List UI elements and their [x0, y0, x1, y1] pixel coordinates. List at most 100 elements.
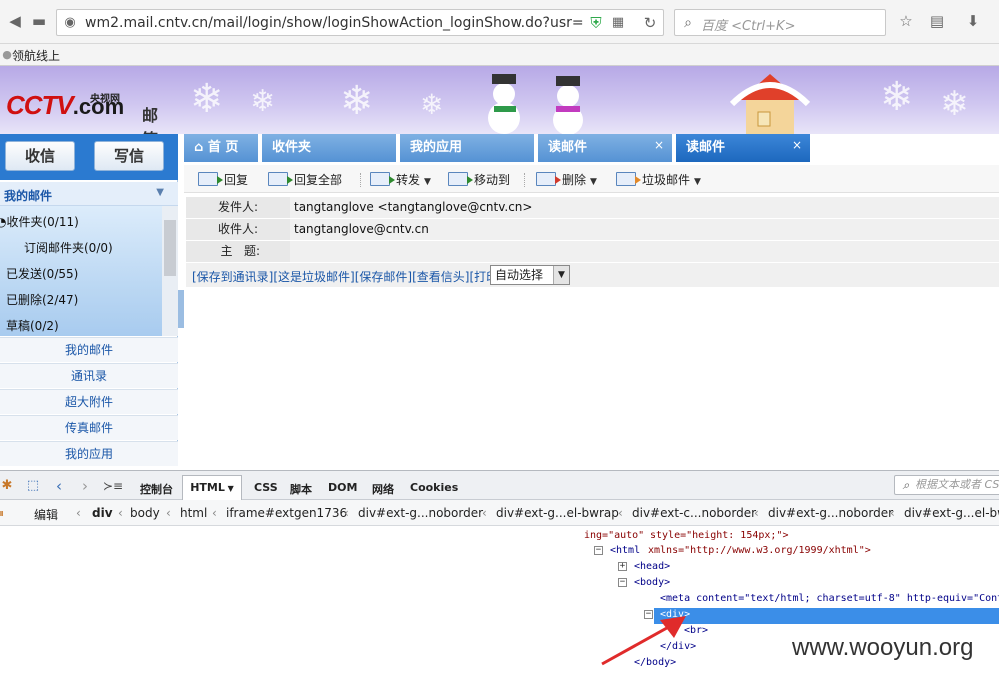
tab-read-mail[interactable]: 读邮件 × [538, 134, 674, 162]
reply-button[interactable]: 回复 [198, 171, 248, 188]
code-tag[interactable]: <head> [634, 561, 670, 572]
command-line-icon[interactable]: ≻≡ [102, 475, 124, 497]
tab-cookies[interactable]: Cookies [410, 481, 458, 494]
chevron-down-icon[interactable]: ▼ [553, 266, 569, 284]
breadcrumb-item[interactable]: html [180, 506, 207, 520]
breadcrumb-item[interactable]: div#ext-c...noborder [632, 506, 756, 520]
pause-icon[interactable]: ⏸ [0, 506, 4, 521]
tab-read-mail-active[interactable]: 读邮件 × [676, 134, 812, 162]
receive-button[interactable]: 收信 [5, 141, 75, 171]
folder-item-subscription[interactable]: 订阅邮件夹(0/0) [24, 239, 113, 256]
breadcrumb-item[interactable]: div#ext-g...el-bw [904, 506, 999, 520]
breadcrumb-item[interactable]: div#ext-g...noborder [768, 506, 893, 520]
snow-tree-icon: ❄ [190, 76, 224, 122]
to-label: 收件人: [186, 219, 290, 240]
snow-tree-icon: ❄ [340, 78, 374, 124]
scrollbar-thumb[interactable] [164, 220, 176, 276]
sidebar-item-fax-mail[interactable]: 传真邮件 [0, 415, 178, 440]
compose-area: 收信 写信 [0, 134, 178, 180]
folder-icon[interactable]: ▬ [28, 10, 50, 32]
bookmark-item[interactable]: 领航线上 [12, 47, 60, 64]
left-sidebar: 收信 写信 我的邮件 ▼ ◔收件夹(0/11) 订阅邮件夹(0/0) 已发送(0… [0, 134, 178, 466]
spam-button[interactable]: 垃圾邮件 ▼ [616, 171, 701, 188]
tab-css[interactable]: CSS [254, 481, 278, 494]
delete-button[interactable]: 删除 ▼ [536, 171, 597, 188]
close-icon[interactable]: × [654, 131, 664, 159]
forward-button[interactable]: 转发 ▼ [370, 171, 431, 188]
sidebar-item-my-apps[interactable]: 我的应用 [0, 441, 178, 466]
cctv-logo[interactable]: CCTV.com 央视网 邮箱 [6, 90, 158, 134]
separator-icon: ‹ [118, 506, 123, 520]
code-attr: ing="auto" [584, 530, 645, 541]
tab-net[interactable]: 网络 [372, 481, 394, 497]
chevron-down-icon: ▼ [424, 177, 431, 187]
edit-button[interactable]: 编辑 [34, 506, 58, 523]
folder-scrollbar[interactable] [162, 206, 178, 336]
tab-html[interactable]: HTML ▼ [182, 475, 242, 501]
qr-code-icon[interactable]: ▦ [607, 12, 629, 34]
from-row: 发件人: tangtanglove <tangtanglove@cntv.cn> [186, 197, 999, 219]
folder-item-inbox[interactable]: ◔收件夹(0/11) [0, 213, 79, 230]
code-attr: style="height: 154px;"> [650, 530, 789, 541]
address-bar[interactable]: ◉ wm2.mail.cntv.cn/mail/login/show/login… [56, 9, 664, 36]
tab-home[interactable]: ⌂ 首 页 [184, 134, 260, 162]
star-icon[interactable]: ☆ [895, 10, 917, 32]
mail-header-banner: ❄ ❄ ❄ ❄ ❄ ❄ CCTV.com 央视网 邮箱 [0, 66, 999, 134]
tab-script[interactable]: 脚本 [290, 481, 312, 497]
separator-icon: ‹ [754, 506, 759, 520]
code-tag[interactable]: <body> [634, 577, 670, 588]
breadcrumb-item[interactable]: div#ext-g...noborder [358, 506, 483, 520]
reply-all-button[interactable]: 回复全部 [268, 171, 342, 188]
selected-node-highlight[interactable] [654, 608, 999, 624]
devtools-search-input[interactable]: ⌕ 根据文本或者 CSS [894, 475, 999, 495]
breadcrumb-item[interactable]: iframe#extgen1736 [226, 506, 347, 520]
tab-my-apps[interactable]: 我的应用 [400, 134, 536, 162]
action-links-text[interactable]: [保存到通讯录][这是垃圾邮件][保存邮件][查看信头][打印] [192, 268, 503, 285]
code-tag[interactable]: <meta content="text/html; charset=utf-8"… [660, 593, 999, 604]
close-icon[interactable]: × [792, 131, 802, 159]
tab-console[interactable]: 控制台 [140, 481, 173, 497]
arrow-left-icon[interactable]: ‹ [48, 475, 70, 497]
folder-item-sent[interactable]: 已发送(0/55) [6, 265, 78, 282]
collapse-icon[interactable]: − [594, 546, 603, 555]
tab-dom[interactable]: DOM [328, 481, 357, 494]
separator-icon: ‹ [166, 506, 171, 520]
snow-tree-icon: ❄ [880, 74, 914, 120]
code-attr: xmlns="http://www.w3.org/1999/xhtml"> [648, 545, 871, 556]
sidebar-item-my-mail[interactable]: 我的邮件 [0, 337, 178, 362]
search-icon: ⌕ [684, 15, 692, 31]
folder-item-drafts[interactable]: 草稿(0/2) [6, 317, 59, 334]
reload-icon[interactable]: ↻ [639, 12, 661, 34]
reading-list-icon[interactable]: ▤ [926, 10, 948, 32]
breadcrumb-item[interactable]: body [130, 506, 160, 520]
download-icon[interactable]: ⬇ [962, 10, 984, 32]
arrow-right-icon[interactable]: › [74, 475, 96, 497]
url-text: wm2.mail.cntv.cn/mail/login/show/loginSh… [85, 15, 584, 31]
search-input[interactable]: ⌕ 百度 <Ctrl+K> [674, 9, 886, 36]
shield-icon[interactable]: ⛨ [585, 12, 607, 34]
chevron-down-icon[interactable]: ▼ [156, 187, 164, 198]
to-value[interactable]: tangtanglove@cntv.cn [294, 219, 429, 240]
delete-icon [536, 172, 561, 186]
move-to-button[interactable]: 移动到 [448, 171, 510, 188]
breadcrumb-item[interactable]: div#ext-g...el-bwrap [496, 506, 619, 520]
collapse-icon[interactable]: − [618, 578, 627, 587]
tab-inbox[interactable]: 收件夹 [262, 134, 398, 162]
encoding-select[interactable]: 自动选择 ▼ [490, 265, 570, 285]
firebug-icon[interactable]: ✱ [0, 475, 18, 497]
back-icon[interactable]: ◀ [4, 10, 26, 32]
mail-body [186, 288, 999, 440]
write-button[interactable]: 写信 [94, 141, 164, 171]
my-mail-title: 我的邮件 [4, 189, 53, 203]
expand-icon[interactable]: + [618, 562, 627, 571]
from-value[interactable]: tangtanglove <tangtanglove@cntv.cn> [294, 197, 532, 218]
sidebar-item-large-attachment[interactable]: 超大附件 [0, 389, 178, 414]
sidebar-splitter[interactable] [178, 290, 184, 328]
my-mail-section-header[interactable]: 我的邮件 ▼ [0, 182, 178, 206]
snowman-scene-illustration [488, 74, 811, 134]
folder-item-deleted[interactable]: 已删除(2/47) [6, 291, 78, 308]
breadcrumb-item[interactable]: div [92, 506, 113, 520]
sidebar-item-contacts[interactable]: 通讯录 [0, 363, 178, 388]
inspect-icon[interactable]: ⬚ [22, 475, 44, 497]
code-tag[interactable]: <html [610, 545, 640, 556]
